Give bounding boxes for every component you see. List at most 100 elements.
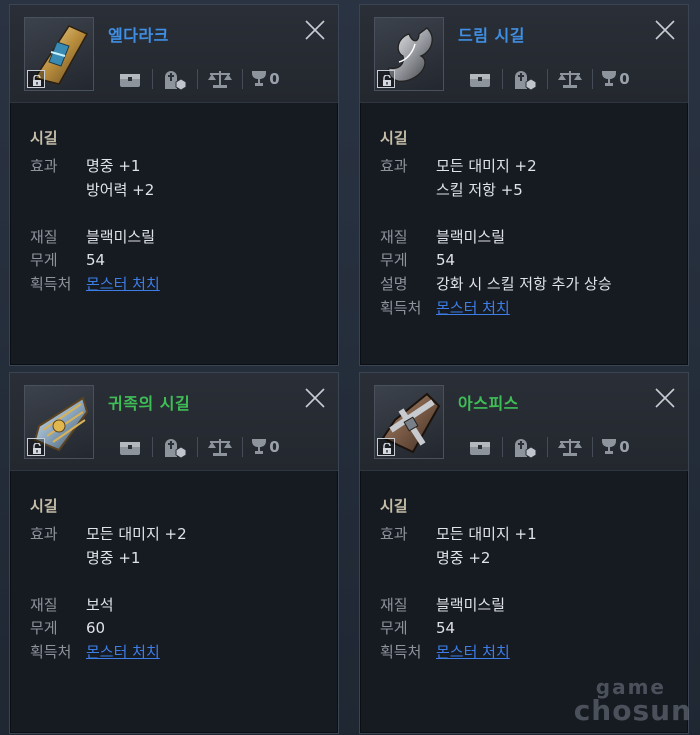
close-icon[interactable] — [654, 387, 676, 409]
source-label: 획득처 — [380, 299, 422, 317]
source-row: 획득처 몬스터 처치 — [380, 297, 510, 318]
effect-label: 효과 — [30, 525, 58, 543]
material-row: 재질 블랙미스릴 — [30, 226, 155, 247]
effect-2-value: 방어력 +2 — [86, 181, 155, 199]
material-row: 재질 블랙미스릴 — [380, 594, 505, 615]
description-row: 설명 강화 시 스킬 저항 추가 상승 — [380, 273, 612, 294]
source-link[interactable]: 몬스터 처치 — [86, 643, 160, 661]
material-label: 재질 — [30, 596, 58, 614]
close-icon[interactable] — [304, 19, 326, 41]
tooltip-header: 드림 시길 0 — [360, 5, 688, 103]
item-title: 엘다라크 — [108, 26, 169, 45]
weight-value: 60 — [86, 619, 106, 637]
effect-label: 효과 — [30, 157, 58, 175]
source-row: 획득처 몬스터 처치 — [380, 641, 510, 662]
trophy-icon[interactable]: 0 — [243, 68, 287, 90]
lock-icon[interactable] — [27, 70, 45, 88]
effect-value: 명중 +1 — [86, 157, 141, 175]
item-tooltip-card: 드림 시길 0 시길효과 모든 대미지 +2 스킬 저항 +5 재질 블랙미스릴무게 54 설명… — [359, 4, 689, 366]
item-category: 시길 — [30, 129, 58, 147]
item-thumbnail — [24, 385, 94, 459]
material-value: 블랙미스릴 — [436, 228, 506, 246]
chest-icon[interactable] — [108, 68, 152, 90]
weight-row: 무게 60 — [30, 617, 105, 638]
gravestone-gem-icon[interactable] — [153, 436, 197, 458]
material-label: 재질 — [380, 596, 408, 614]
chest-icon[interactable] — [108, 436, 152, 458]
effect-2-row: 명중 +2 — [380, 547, 490, 568]
scales-icon[interactable] — [198, 68, 242, 90]
tooltip-header: 아스피스 0 — [360, 373, 688, 471]
material-value: 블랙미스릴 — [86, 228, 156, 246]
item-thumbnail — [374, 17, 444, 91]
effect-value: 모든 대미지 +2 — [86, 525, 187, 543]
item-tooltip-card: 엘다라크 0 시길효과 명중 +1 방어력 +2 재질 블랙미스릴무게 54 획득처 몬스터 처치 — [9, 4, 339, 366]
scales-icon[interactable] — [548, 436, 592, 458]
source-label: 획득처 — [30, 275, 72, 293]
effect-label: 효과 — [380, 157, 408, 175]
item-thumbnail — [24, 17, 94, 91]
effect-2-value: 명중 +2 — [436, 549, 491, 567]
gravestone-gem-icon[interactable] — [503, 68, 547, 90]
trophy-count: 0 — [619, 438, 630, 456]
source-row: 획득처 몬스터 처치 — [30, 641, 160, 662]
effect-row: 효과 모든 대미지 +2 — [380, 155, 537, 176]
effect-2-row: 명중 +1 — [30, 547, 140, 568]
source-label: 획득처 — [30, 643, 72, 661]
source-link[interactable]: 몬스터 처치 — [86, 275, 160, 293]
trophy-count: 0 — [619, 70, 630, 88]
scales-icon[interactable] — [198, 436, 242, 458]
effect-2-value: 명중 +1 — [86, 549, 141, 567]
weight-label: 무게 — [30, 619, 58, 637]
scales-icon[interactable] — [548, 68, 592, 90]
weight-value: 54 — [436, 251, 456, 269]
lock-icon[interactable] — [377, 70, 395, 88]
item-info-icons: 0 — [458, 435, 678, 459]
source-link[interactable]: 몬스터 처치 — [436, 299, 510, 317]
effect-2-row: 스킬 저항 +5 — [380, 179, 523, 200]
material-value: 블랙미스릴 — [436, 596, 506, 614]
effect-2-value: 스킬 저항 +5 — [436, 181, 523, 199]
item-thumbnail — [374, 385, 444, 459]
weight-label: 무게 — [30, 251, 58, 269]
material-label: 재질 — [380, 228, 408, 246]
gravestone-gem-icon[interactable] — [503, 436, 547, 458]
trophy-count: 0 — [269, 438, 280, 456]
item-title: 드림 시길 — [458, 26, 525, 45]
weight-value: 54 — [436, 619, 456, 637]
close-icon[interactable] — [654, 19, 676, 41]
material-row: 재질 블랙미스릴 — [380, 226, 505, 247]
close-icon[interactable] — [304, 387, 326, 409]
item-info-icons: 0 — [108, 67, 328, 91]
weight-label: 무게 — [380, 251, 408, 269]
chest-icon[interactable] — [458, 436, 502, 458]
trophy-icon[interactable]: 0 — [243, 436, 287, 458]
item-info-icons: 0 — [458, 67, 678, 91]
item-category: 시길 — [380, 129, 408, 147]
lock-icon[interactable] — [377, 438, 395, 456]
item-title: 귀족의 시길 — [108, 394, 191, 413]
weight-row: 무게 54 — [380, 617, 455, 638]
description-value: 강화 시 스킬 저항 추가 상승 — [436, 275, 612, 293]
trophy-count: 0 — [269, 70, 280, 88]
description-label: 설명 — [380, 275, 408, 293]
weight-value: 54 — [86, 251, 106, 269]
tooltip-header: 엘다라크 0 — [10, 5, 338, 103]
effect-value: 모든 대미지 +2 — [436, 157, 537, 175]
source-link[interactable]: 몬스터 처치 — [436, 643, 510, 661]
material-row: 재질 보석 — [30, 594, 114, 615]
effect-row: 효과 명중 +1 — [30, 155, 140, 176]
item-category: 시길 — [30, 497, 58, 515]
effect-2-row: 방어력 +2 — [30, 179, 154, 200]
lock-icon[interactable] — [27, 438, 45, 456]
item-category: 시길 — [380, 497, 408, 515]
tooltip-header: 귀족의 시길 0 — [10, 373, 338, 471]
chest-icon[interactable] — [458, 68, 502, 90]
material-value: 보석 — [86, 596, 114, 614]
trophy-icon[interactable]: 0 — [593, 436, 637, 458]
weight-row: 무게 54 — [30, 249, 105, 270]
effect-row: 효과 모든 대미지 +2 — [30, 523, 187, 544]
gravestone-gem-icon[interactable] — [153, 68, 197, 90]
effect-label: 효과 — [380, 525, 408, 543]
trophy-icon[interactable]: 0 — [593, 68, 637, 90]
